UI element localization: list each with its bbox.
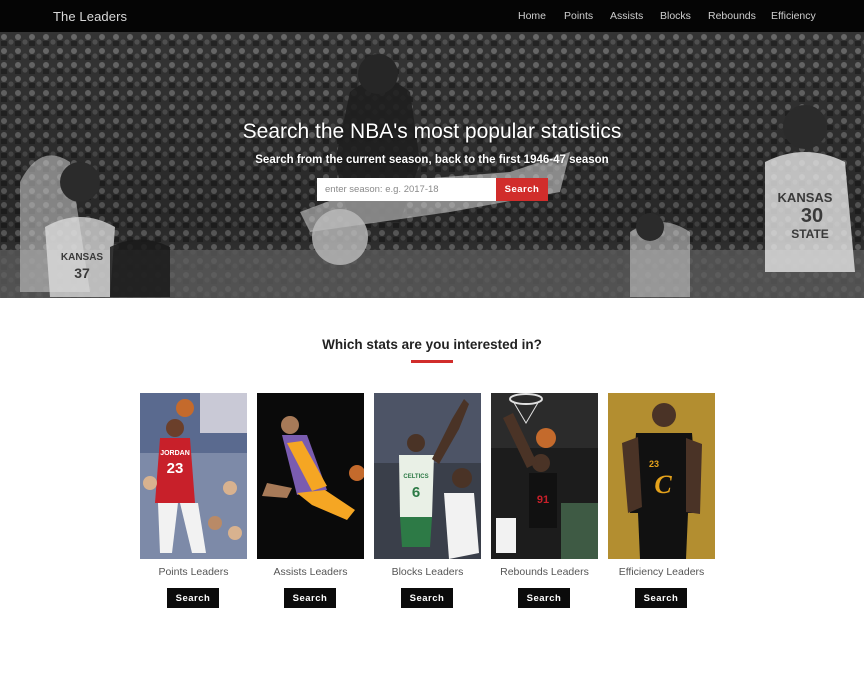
rebounds-search-button[interactable]: Search: [518, 588, 570, 608]
efficiency-leaders-label: Efficiency Leaders: [618, 566, 705, 578]
section-divider: [411, 360, 453, 363]
nav-link-assists[interactable]: Assists: [610, 10, 643, 22]
hero-jersey-kansas-right: KANSAS: [778, 190, 833, 205]
nav-link-blocks[interactable]: Blocks: [660, 10, 691, 22]
efficiency-search-button[interactable]: Search: [635, 588, 687, 608]
svg-text:C: C: [654, 470, 672, 499]
points-jersey-name: JORDAN: [160, 450, 190, 457]
season-search-button[interactable]: Search: [496, 178, 548, 201]
hero-jersey-number-right: 30: [801, 205, 823, 227]
assists-leader-photo: [257, 393, 364, 559]
blocks-search-button[interactable]: Search: [401, 588, 453, 608]
hero-subtitle: Search from the current season, back to …: [255, 154, 609, 166]
nav-link-rebounds[interactable]: Rebounds: [708, 10, 756, 22]
hero-jersey-kansas-left: KANSAS: [61, 252, 104, 263]
rebounds-leader-photo: 91: [491, 393, 598, 559]
points-jersey-number: 23: [167, 460, 184, 477]
nav-link-home[interactable]: Home: [518, 10, 546, 22]
hero-jersey-number-left: 37: [74, 265, 90, 281]
efficiency-jersey-number: 23: [649, 459, 659, 469]
navbar: The Leaders Home Points Assists Blocks R…: [0, 0, 864, 32]
blocks-jersey-name: CELTICS: [403, 474, 428, 480]
blocks-leader-photo: CELTICS 6: [374, 393, 481, 559]
efficiency-leader-photo: C 23: [608, 393, 715, 559]
nav-link-points[interactable]: Points: [564, 10, 593, 22]
rebounds-jersey-number: 91: [537, 494, 549, 506]
hero-jersey-state-right: STATE: [791, 227, 829, 241]
blocks-jersey-number: 6: [412, 484, 420, 501]
hero-banner: KANSAS 30 STATE KANSAS 37 Search the NBA…: [0, 32, 864, 298]
assists-search-button[interactable]: Search: [284, 588, 336, 608]
points-leader-photo: JORDAN 23: [140, 393, 247, 559]
season-search-input[interactable]: [317, 178, 496, 201]
section-title: Which stats are you interested in?: [322, 337, 542, 352]
nav-link-efficiency[interactable]: Efficiency: [771, 10, 816, 22]
hero-title: Search the NBA's most popular statistics: [242, 120, 622, 143]
brand-link[interactable]: The Leaders: [53, 9, 127, 24]
points-search-button[interactable]: Search: [167, 588, 219, 608]
